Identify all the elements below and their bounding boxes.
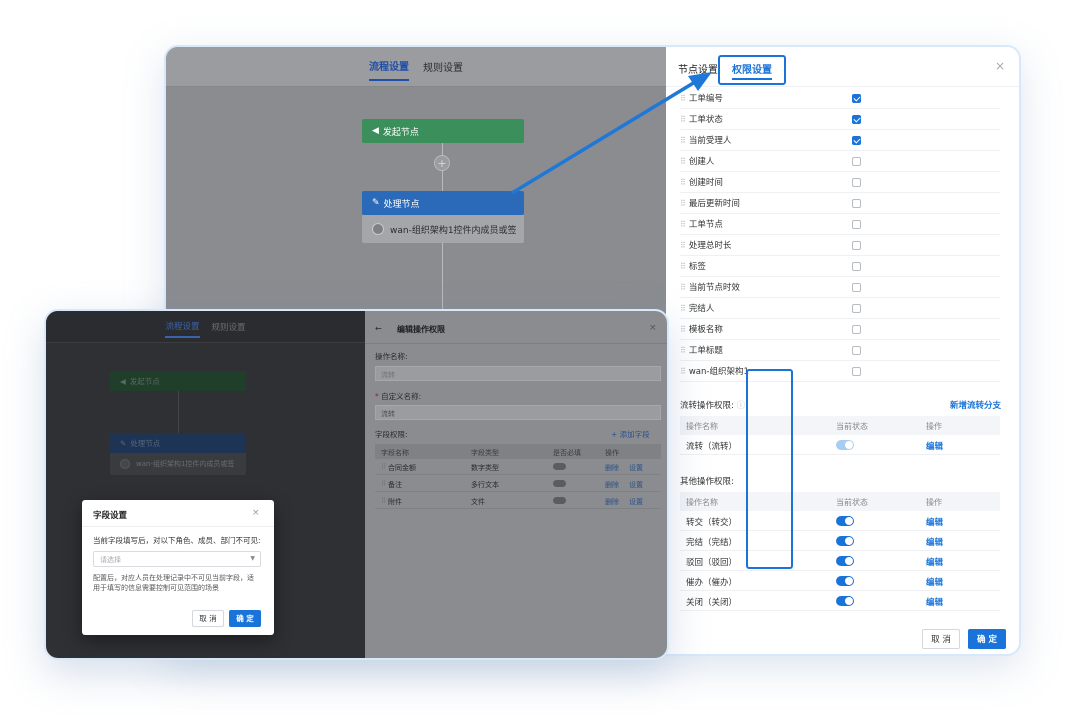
- dialog-note-line1: 配置后，对应人员在处理记录中不可见当前字段，适: [93, 574, 254, 582]
- field-type: 多行文本: [471, 481, 499, 489]
- required-toggle[interactable]: [553, 497, 566, 504]
- field-table-row: ⠿ 合同金额 数字类型 删除 设置: [375, 459, 661, 475]
- drag-handle-icon[interactable]: ⠿: [381, 480, 386, 488]
- divider: [365, 343, 667, 344]
- field-table-header: 字段名称 字段类型 是否必填 操作: [375, 444, 661, 459]
- field-name: 备注: [388, 481, 402, 489]
- add-field-link[interactable]: + 添加字段: [611, 429, 650, 440]
- drag-handle-icon[interactable]: ⠿: [381, 463, 386, 471]
- delete-link[interactable]: 删除: [605, 497, 619, 507]
- field-type: 数字类型: [471, 464, 499, 472]
- send-icon: ◀: [120, 376, 126, 386]
- tab-flow-settings[interactable]: 流程设置: [165, 316, 200, 338]
- start-node-label: 发起节点: [129, 376, 160, 386]
- tab-rule-settings[interactable]: 规则设置: [212, 317, 246, 337]
- arrow-line: [511, 80, 696, 195]
- select-placeholder: 请选择: [100, 556, 121, 564]
- dialog-cancel-button[interactable]: 取 消: [192, 610, 224, 627]
- field-table-row: ⠿ 备注 多行文本 删除 设置: [375, 476, 661, 492]
- custom-name-label: * 自定义名称:: [375, 392, 422, 401]
- edit-permission-panel: ← 编辑操作权限 × 操作名称: 流转 * 自定义名称: 流转 字段权限: + …: [365, 311, 667, 658]
- panel-title: 编辑操作权限: [397, 325, 445, 334]
- dialog-prompt: 当前字段填写后，对以下角色、成员、部门不可见:: [93, 536, 261, 545]
- process-node-body: wan-组织架构1控件内成员或签: [110, 453, 246, 475]
- required-toggle[interactable]: [553, 463, 566, 470]
- process-node-label: 处理节点: [130, 438, 161, 448]
- field-name: 合同金额: [388, 464, 416, 472]
- divider: [82, 526, 274, 527]
- close-icon[interactable]: ×: [649, 323, 657, 333]
- chevron-down-icon: ▼: [250, 555, 255, 562]
- dialog-note-line2: 用于填写的信息需要控制可见范围的场景: [93, 584, 219, 592]
- field-settings-dialog: 字段设置 × 当前字段填写后，对以下角色、成员、部门不可见: 请选择 ▼ 配置后…: [82, 500, 274, 635]
- dialog-close-icon[interactable]: ×: [252, 508, 260, 518]
- canvas-tabs: 流程设置 规则设置: [46, 311, 365, 343]
- col-required: 是否必填: [553, 449, 581, 457]
- field-type: 文件: [471, 498, 485, 506]
- start-node: ◀ 发起节点: [110, 371, 246, 391]
- col-action: 操作: [605, 449, 619, 457]
- wrench-icon: ✎: [120, 438, 127, 448]
- avatar-icon: [120, 459, 130, 469]
- drag-handle-icon[interactable]: ⠿: [381, 497, 386, 505]
- field-table-row: ⠿ 附件 文件 删除 设置: [375, 493, 661, 509]
- op-name-input[interactable]: 流转: [375, 366, 661, 381]
- visibility-select[interactable]: 请选择 ▼: [93, 551, 261, 567]
- op-name-label: 操作名称:: [375, 352, 408, 361]
- dialog-title: 字段设置: [93, 511, 128, 521]
- dialog-confirm-button[interactable]: 确 定: [229, 610, 261, 627]
- arrow-head: [688, 72, 712, 91]
- settings-link[interactable]: 设置: [629, 463, 643, 473]
- connector-line: [178, 391, 179, 433]
- col-field-name: 字段名称: [381, 449, 409, 457]
- custom-name-input[interactable]: 流转: [375, 405, 661, 420]
- settings-link[interactable]: 设置: [629, 497, 643, 507]
- delete-link[interactable]: 删除: [605, 480, 619, 490]
- settings-link[interactable]: 设置: [629, 480, 643, 490]
- required-toggle[interactable]: [553, 480, 566, 487]
- field-name: 附件: [388, 498, 402, 506]
- field-perm-label: 字段权限:: [375, 430, 408, 439]
- process-assignee: wan-组织架构1控件内成员或签: [136, 460, 235, 468]
- process-node: ✎ 处理节点: [110, 433, 246, 453]
- delete-link[interactable]: 删除: [605, 463, 619, 473]
- stage: 流程设置 规则设置 ◀ 发起节点 + ✎ 处理节点 wan-组织架构1控件内成员…: [0, 0, 1080, 715]
- col-field-type: 字段类型: [471, 449, 499, 457]
- back-arrow-icon[interactable]: ←: [375, 324, 382, 333]
